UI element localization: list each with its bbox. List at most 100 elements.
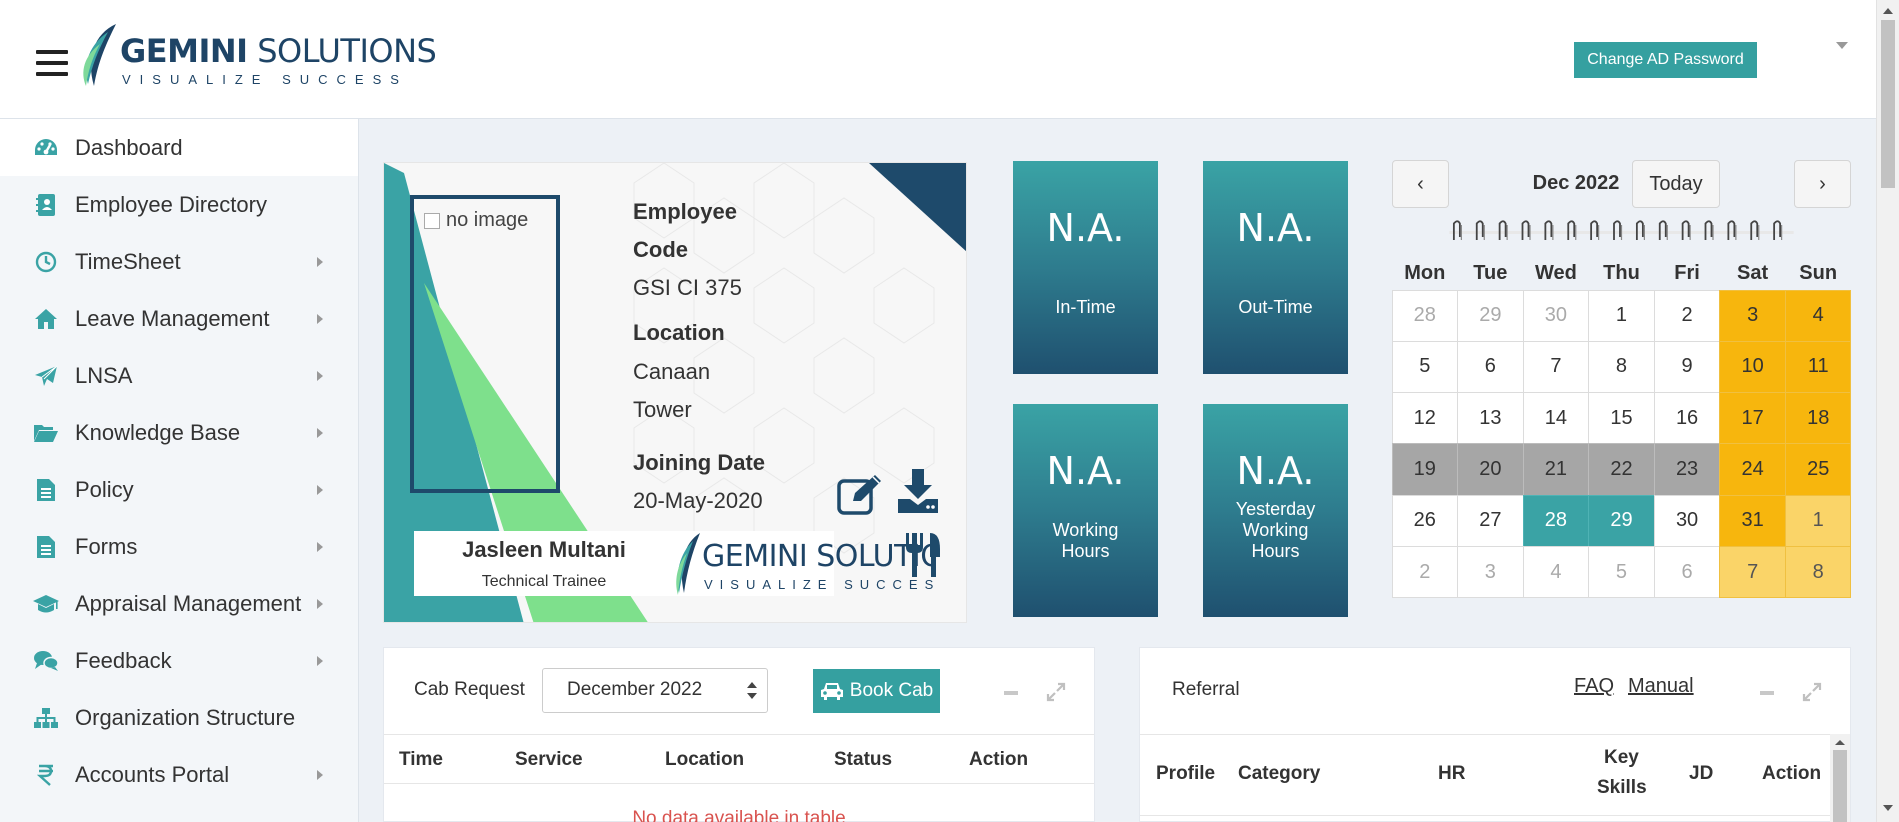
calendar-day-cell[interactable]: 3 [1457,545,1524,599]
calendar-today-button[interactable]: Today [1632,160,1720,208]
col-jd: JD [1689,763,1714,784]
referral-panel: Referral FAQ Manual Profile Category HR … [1139,647,1851,822]
download-icon[interactable] [896,469,940,520]
calendar-prev-button[interactable]: ‹ [1392,160,1449,208]
calendar-day-cell[interactable]: 6 [1457,340,1524,394]
calendar-day-cell[interactable]: 1 [1784,494,1852,547]
calendar-day-cell[interactable]: 5 [1588,545,1655,599]
calendar-day-cell[interactable]: 7 [1719,545,1786,599]
scroll-up-arrow-icon[interactable] [1830,736,1850,748]
calendar-day-cell[interactable]: 16 [1653,392,1721,445]
location-value: Canaan [633,359,711,384]
company-logo[interactable]: GEMINI SOLUTIONS VISUALIZE SUCCESS [80,20,437,90]
expand-icon[interactable] [1046,682,1066,707]
sidebar-item-lnsa[interactable]: LNSA [0,347,358,404]
cafeteria-icon[interactable] [904,531,944,584]
calendar-day-cell[interactable]: 30 [1653,494,1721,547]
folder-open-icon [31,420,61,446]
calendar-day-cell[interactable]: 28 [1391,289,1459,342]
calendar-day-cell[interactable]: 20 [1457,443,1524,496]
employee-photo: no image [410,195,560,493]
calendar-day-cell[interactable]: 4 [1522,545,1590,599]
joining-date-label: Joining Date [633,450,766,475]
sidebar-item-policy[interactable]: Policy [0,461,358,518]
calendar-day-cell[interactable]: 31 [1719,494,1786,547]
sidebar-item-forms[interactable]: Forms [0,518,358,575]
calendar-day-cell[interactable]: 29 [1457,289,1524,342]
calendar-month-title: Dec 2022 [1532,172,1620,194]
submenu-caret-icon [317,371,323,381]
employee-id-card: no image Employee Code GSI CI 375 Locati… [383,162,967,623]
calendar-day-cell[interactable]: 24 [1719,443,1786,496]
sidebar-item-organization-structure[interactable]: Organization Structure [0,689,358,746]
scroll-up-arrow-icon[interactable] [1883,8,1893,14]
scrollbar-thumb[interactable] [1833,750,1847,822]
book-cab-button[interactable]: Book Cab [813,669,940,713]
card-company-logo: GEMINI SOLUTIONS VISUALIZE SUCCESS [674,527,934,597]
calendar-weekday-header: Mon Tue Wed Thu Fri Sat Sun [1392,262,1851,285]
calendar-day-cell[interactable]: 3 [1719,289,1786,342]
calendar-day-cell[interactable]: 5 [1391,340,1459,394]
calendar-day-cell[interactable]: 13 [1457,392,1524,445]
minimize-icon[interactable] [1760,691,1774,695]
scrollbar-thumb[interactable] [1881,20,1895,188]
user-menu-caret-icon[interactable] [1836,42,1848,49]
calendar-next-button[interactable]: › [1794,160,1851,208]
edit-icon[interactable] [837,473,883,520]
faq-link[interactable]: FAQ [1574,675,1614,698]
calendar-day-cell[interactable]: 17 [1719,392,1786,445]
col-key-skills-2: Skills [1597,777,1647,798]
calendar-day-cell[interactable]: 23 [1653,443,1721,496]
sidebar-item-accounts-portal[interactable]: Accounts Portal [0,746,358,803]
sidebar-item-dashboard[interactable]: Dashboard [0,119,358,176]
rupee-icon [31,762,61,788]
calendar-day-cell[interactable]: 27 [1457,494,1524,547]
manual-link[interactable]: Manual [1628,675,1694,698]
referral-table-header: Profile Category HR Key Skills JD Action [1140,734,1850,816]
sidebar-item-label: TimeSheet [75,248,181,274]
sidebar-item-knowledge-base[interactable]: Knowledge Base [0,404,358,461]
calendar-day-cell[interactable]: 25 [1784,443,1852,496]
calendar-day-cell[interactable]: 29 [1588,494,1655,547]
sidebar-item-label: Leave Management [75,305,270,331]
minimize-icon[interactable] [1004,691,1018,695]
calendar-day-cell[interactable]: 26 [1391,494,1459,547]
cab-month-select[interactable]: December 2022 [542,668,768,713]
hamburger-menu-icon[interactable] [36,50,68,76]
calendar-day-cell[interactable]: 4 [1784,289,1852,342]
calendar-day-cell[interactable]: 21 [1522,443,1590,496]
change-ad-password-button[interactable]: Change AD Password [1574,42,1757,78]
page-scrollbar[interactable] [1876,0,1899,822]
calendar-day-cell[interactable]: 15 [1588,392,1655,445]
calendar-day-cell[interactable]: 7 [1522,340,1590,394]
calendar-day-cell[interactable]: 30 [1522,289,1590,342]
calendar-day-cell[interactable]: 11 [1784,340,1852,394]
calendar-day-cell[interactable]: 28 [1522,494,1590,547]
sidebar-item-timesheet[interactable]: TimeSheet [0,233,358,290]
calendar-day-cell[interactable]: 2 [1653,289,1721,342]
sidebar-nav: Dashboard Employee Directory TimeSheet L… [0,119,359,822]
sidebar-item-employee-directory[interactable]: Employee Directory [0,176,358,233]
calendar-day-cell[interactable]: 8 [1784,545,1852,599]
calendar-day-cell[interactable]: 19 [1391,443,1459,496]
calendar-day-cell[interactable]: 12 [1391,392,1459,445]
calendar-day-cell[interactable]: 8 [1588,340,1655,394]
col-profile: Profile [1156,763,1216,784]
calendar-day-cell[interactable]: 6 [1653,545,1721,599]
employee-code-label-2: Code [633,237,688,262]
sidebar-item-leave-management[interactable]: Leave Management [0,290,358,347]
calendar-day-cell[interactable]: 10 [1719,340,1786,394]
calendar-day-cell[interactable]: 18 [1784,392,1852,445]
sidebar-item-appraisal-management[interactable]: Appraisal Management [0,575,358,632]
calendar-day-cell[interactable]: 1 [1588,289,1655,342]
expand-icon[interactable] [1802,682,1822,707]
calendar-day-cell[interactable]: 22 [1588,443,1655,496]
calendar-day-cell[interactable]: 14 [1522,392,1590,445]
sidebar-item-label: Employee Directory [75,191,267,217]
referral-table-scrollbar[interactable] [1830,734,1850,822]
weekday-label: Mon [1404,262,1446,284]
sidebar-item-feedback[interactable]: Feedback [0,632,358,689]
calendar-day-cell[interactable]: 9 [1653,340,1721,394]
calendar-day-cell[interactable]: 2 [1391,545,1459,599]
scroll-down-arrow-icon[interactable] [1883,805,1893,811]
